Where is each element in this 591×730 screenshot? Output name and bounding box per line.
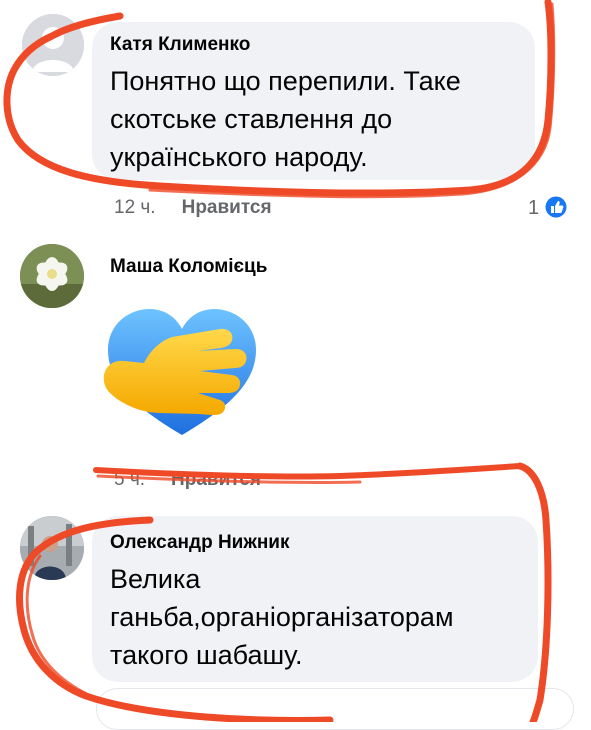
comment-meta: 5 ч. Нравится: [114, 469, 261, 491]
comment-text-line: ганьба,органіорганізаторам: [110, 602, 454, 632]
comment-time[interactable]: 5 ч.: [114, 469, 145, 490]
comment-text: Понятно що перепили. Таке скотське ставл…: [110, 62, 530, 176]
like-reaction-icon: [545, 196, 567, 218]
comment-author[interactable]: Олександр Нижник: [110, 532, 290, 554]
comment-time[interactable]: 12 ч.: [114, 197, 156, 218]
avatar[interactable]: [22, 14, 84, 76]
comment-author[interactable]: Катя Клименко: [110, 34, 250, 56]
avatar[interactable]: [20, 244, 84, 308]
flower-avatar-icon: [20, 244, 84, 308]
comment-text-line: скотське ставлення до: [110, 104, 393, 134]
reaction-count: 1: [528, 197, 540, 219]
person-avatar-icon: [20, 516, 84, 580]
like-button[interactable]: Нравится: [182, 197, 272, 218]
comment-text-line: українського народу.: [110, 142, 368, 172]
comment-text-line: Понятно що перепили. Таке: [110, 66, 461, 96]
comment-text-line: Велика: [110, 564, 201, 594]
comment-text-line: такого шабашу.: [110, 640, 303, 670]
comment-text: Велика ганьба,органіорганізаторам такого…: [110, 560, 534, 674]
like-button[interactable]: Нравится: [171, 469, 261, 490]
default-avatar-icon: [22, 14, 84, 76]
comment-meta: 12 ч. Нравится: [114, 197, 272, 219]
reply-input[interactable]: [96, 688, 574, 730]
avatar[interactable]: [20, 516, 84, 580]
heart-hand-sticker: [103, 309, 256, 435]
reaction-summary[interactable]: 1: [528, 196, 567, 220]
comment-author[interactable]: Маша Коломієць: [110, 256, 267, 278]
